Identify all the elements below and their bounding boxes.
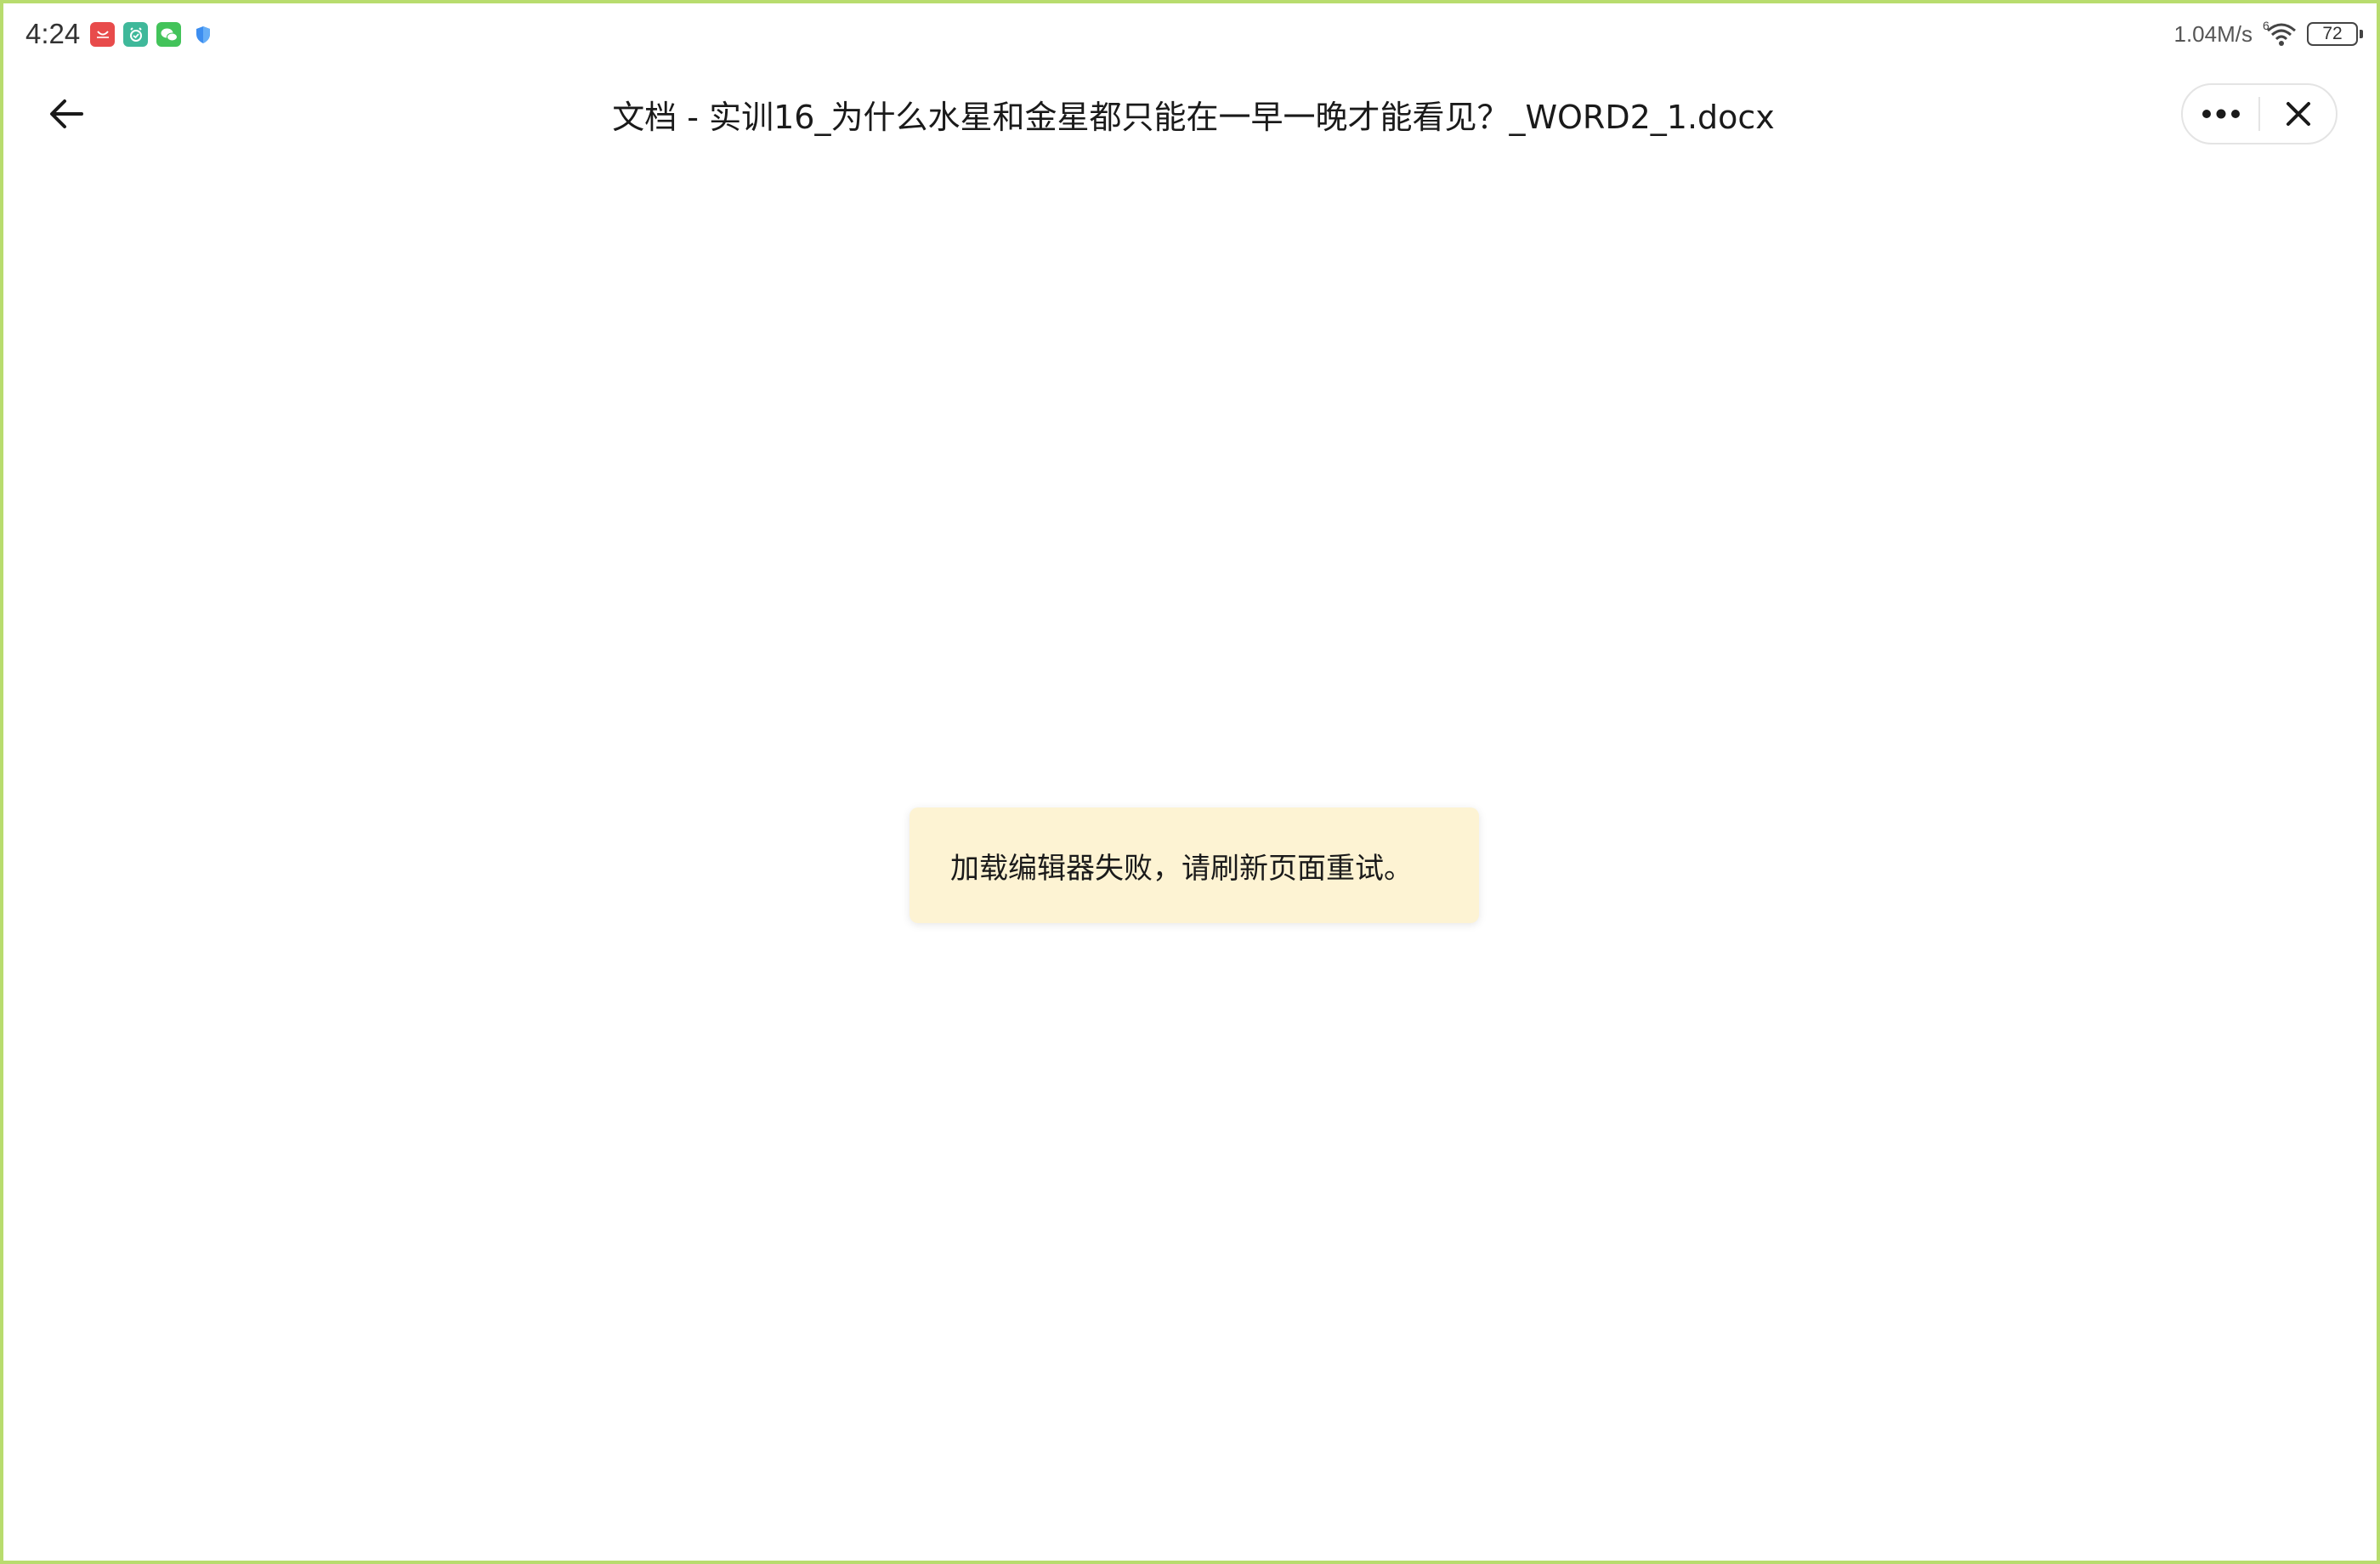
more-button[interactable] — [2183, 85, 2258, 143]
wechat-icon — [156, 22, 181, 47]
battery-indicator: 72 — [2307, 22, 2363, 46]
page-title: 文档 - 实训16_为什么水星和金星都只能在一早一晚才能看见？_WORD2_1.… — [612, 98, 1775, 136]
wifi-icon: 6 — [2261, 19, 2298, 49]
title-bar: 文档 - 实训16_为什么水星和金星都只能在一早一晚才能看见？_WORD2_1.… — [3, 65, 2380, 163]
back-button[interactable] — [41, 88, 92, 139]
close-icon — [2286, 102, 2310, 126]
more-dots-icon — [2202, 109, 2240, 119]
shield-icon — [192, 22, 214, 47]
network-speed: 1.04M/s — [2173, 20, 2253, 47]
error-toast: 加载编辑器失败，请刷新页面重试。 — [910, 808, 1479, 923]
status-bar: 4:24 1.04M/s 6 72 — [3, 3, 2380, 65]
arrow-left-icon — [50, 99, 83, 128]
huawei-appgallery-icon — [90, 22, 115, 47]
wifi-band-label: 6 — [2263, 19, 2270, 32]
alarm-timer-icon — [123, 22, 148, 47]
status-right-group: 1.04M/s 6 72 — [2173, 17, 2363, 51]
close-button[interactable] — [2260, 85, 2336, 143]
error-toast-message: 加载编辑器失败，请刷新页面重试。 — [950, 851, 1413, 886]
capsule-menu — [2181, 83, 2338, 144]
status-time: 4:24 — [26, 18, 81, 49]
screen-frame: 4:24 1.04M/s 6 72 文档 - 实训16_为什么水星和金星都只能在… — [0, 0, 2380, 1564]
